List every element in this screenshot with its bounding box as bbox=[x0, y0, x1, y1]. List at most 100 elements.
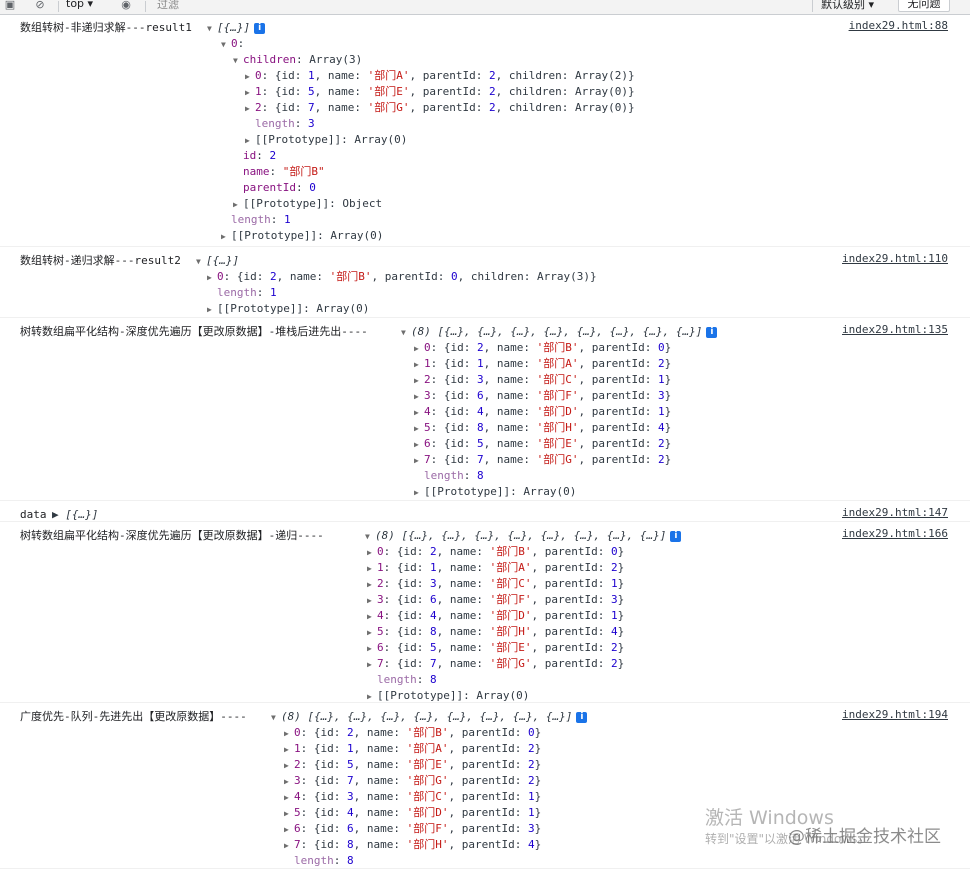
expand-triangle-icon[interactable]: ▶ bbox=[245, 85, 255, 101]
log-level-select[interactable]: 默认级别 ▾ bbox=[812, 0, 899, 12]
expand-triangle-icon[interactable]: ▶ bbox=[367, 609, 377, 625]
source-link[interactable]: index29.html:135 bbox=[842, 322, 948, 338]
tree-row[interactable]: ▶ 7: {id: 7, name: '部门G', parentId: 2} bbox=[414, 452, 671, 468]
tree-row[interactable]: ▶ 0: {id: 2, name: '部门B', parentId: 0} bbox=[414, 340, 671, 356]
expand-triangle-icon[interactable]: ▶ bbox=[284, 806, 294, 822]
expand-triangle-icon[interactable]: ▶ bbox=[284, 790, 294, 806]
tree-row[interactable]: ▶ 4: {id: 3, name: '部门C', parentId: 1} bbox=[284, 789, 541, 805]
expand-triangle-icon[interactable]: ▶ bbox=[367, 545, 377, 561]
source-link-text[interactable]: index29.html:166 bbox=[842, 527, 948, 540]
tree-row[interactable]: ▶ [[Prototype]]: Array(0) bbox=[414, 484, 576, 500]
tree-row[interactable]: ▶ 0: {id: 1, name: '部门A', parentId: 2, ch… bbox=[245, 68, 635, 84]
expand-triangle-icon[interactable]: ▶ bbox=[414, 421, 424, 437]
collapse-triangle-icon[interactable]: ▼ bbox=[221, 37, 231, 53]
tree-row[interactable]: ▶ 4: {id: 4, name: '部门D', parentId: 1} bbox=[367, 608, 624, 624]
expand-triangle-icon[interactable]: ▶ bbox=[367, 577, 377, 593]
tree-row[interactable]: ▶ 3: {id: 6, name: '部门F', parentId: 3} bbox=[367, 592, 624, 608]
source-link-text[interactable]: index29.html:110 bbox=[842, 252, 948, 265]
filter-input[interactable]: 过滤 bbox=[154, 0, 807, 12]
expand-triangle-icon[interactable]: ▶ bbox=[245, 69, 255, 85]
expand-triangle-icon[interactable]: ▶ bbox=[221, 229, 231, 245]
expand-triangle-icon[interactable]: ▶ bbox=[284, 742, 294, 758]
tree-row[interactable]: ▶ 5: {id: 8, name: '部门H', parentId: 4} bbox=[367, 624, 624, 640]
source-link-text[interactable]: index29.html:88 bbox=[849, 19, 948, 32]
source-link-text[interactable]: index29.html:135 bbox=[842, 323, 948, 336]
expand-triangle-icon[interactable]: ▼ bbox=[365, 529, 375, 545]
expand-triangle-icon[interactable]: ▶ bbox=[233, 197, 243, 213]
expand-triangle-icon[interactable]: ▼ bbox=[207, 21, 217, 37]
source-link[interactable]: index29.html:110 bbox=[842, 251, 948, 267]
info-icon[interactable]: i bbox=[670, 530, 682, 542]
sidebar-toggle-icon[interactable]: ▣ bbox=[4, 0, 16, 12]
context-select[interactable]: top ▾ bbox=[66, 0, 93, 11]
tree-row[interactable]: ▶ 7: {id: 7, name: '部门G', parentId: 2} bbox=[367, 656, 624, 672]
expand-triangle-icon[interactable]: ▶ bbox=[367, 657, 377, 673]
tree-row[interactable]: ▼ children: Array(3) bbox=[233, 52, 362, 68]
expand-triangle-icon[interactable]: ▶ bbox=[245, 133, 255, 149]
tree-row[interactable]: ▶ 6: {id: 5, name: '部门E', parentId: 2} bbox=[414, 436, 671, 452]
source-link[interactable]: index29.html:147 bbox=[842, 505, 948, 521]
object-summary[interactable]: ▶ [{…}] bbox=[52, 507, 98, 523]
source-link-text[interactable]: index29.html:194 bbox=[842, 708, 948, 721]
tree-row[interactable]: ▶ [[Prototype]]: Array(0) bbox=[207, 301, 369, 317]
expand-triangle-icon[interactable]: ▶ bbox=[284, 822, 294, 838]
tree-row[interactable]: ▶ 1: {id: 1, name: '部门A', parentId: 2} bbox=[414, 356, 671, 372]
expand-triangle-icon[interactable]: ▶ bbox=[367, 625, 377, 641]
tree-row[interactable]: ▶ 2: {id: 3, name: '部门C', parentId: 1} bbox=[367, 576, 624, 592]
tree-row[interactable]: ▶ 1: {id: 1, name: '部门A', parentId: 2} bbox=[367, 560, 624, 576]
expand-triangle-icon[interactable]: ▶ bbox=[414, 357, 424, 373]
tree-row[interactable]: ▶ 0: {id: 2, name: '部门B', parentId: 0, ch… bbox=[207, 269, 597, 285]
tree-row[interactable]: ▶ 4: {id: 4, name: '部门D', parentId: 1} bbox=[414, 404, 671, 420]
live-expression-eye-icon[interactable]: ◉ bbox=[120, 0, 132, 12]
expand-triangle-icon[interactable]: ▶ bbox=[414, 341, 424, 357]
tree-row[interactable]: ▶ 1: {id: 5, name: '部门E', parentId: 2, ch… bbox=[245, 84, 635, 100]
source-link[interactable]: index29.html:88 bbox=[849, 18, 948, 34]
expand-triangle-icon[interactable]: ▶ bbox=[284, 774, 294, 790]
collapse-triangle-icon[interactable]: ▼ bbox=[233, 53, 243, 69]
expand-triangle-icon[interactable]: ▶ bbox=[414, 453, 424, 469]
tree-row[interactable]: ▶ 0: {id: 2, name: '部门B', parentId: 0} bbox=[284, 725, 541, 741]
tree-row[interactable]: ▶ 1: {id: 1, name: '部门A', parentId: 2} bbox=[284, 741, 541, 757]
expand-triangle-icon[interactable]: ▼ bbox=[401, 325, 411, 341]
expand-triangle-icon[interactable]: ▶ bbox=[414, 389, 424, 405]
object-summary[interactable]: ▼ (8) [{…}, {…}, {…}, {…}, {…}, {…}, {…},… bbox=[401, 324, 718, 341]
tree-row[interactable]: ▶ 7: {id: 8, name: '部门H', parentId: 4} bbox=[284, 837, 541, 853]
expand-triangle-icon[interactable]: ▶ bbox=[367, 593, 377, 609]
object-summary[interactable]: ▼ [{…}] i bbox=[207, 20, 266, 37]
tree-row[interactable]: ▼ 0: bbox=[221, 36, 244, 52]
expand-triangle-icon[interactable]: ▶ bbox=[367, 641, 377, 657]
object-summary[interactable]: ▼ [{…}] bbox=[196, 253, 239, 269]
tree-row[interactable]: ▶ [[Prototype]]: Array(0) bbox=[367, 688, 529, 704]
tree-row[interactable]: ▶ 0: {id: 2, name: '部门B', parentId: 0} bbox=[367, 544, 624, 560]
tree-row[interactable]: ▶ [[Prototype]]: Array(0) bbox=[221, 228, 383, 244]
issues-button[interactable]: 无问题 bbox=[898, 0, 950, 12]
tree-row[interactable]: ▶ [[Prototype]]: Array(0) bbox=[245, 132, 407, 148]
expand-triangle-icon[interactable]: ▶ bbox=[284, 838, 294, 854]
object-summary[interactable]: ▼ (8) [{…}, {…}, {…}, {…}, {…}, {…}, {…},… bbox=[365, 528, 682, 545]
tree-row[interactable]: ▶ 6: {id: 5, name: '部门E', parentId: 2} bbox=[367, 640, 624, 656]
expand-triangle-icon[interactable]: ▶ bbox=[414, 437, 424, 453]
tree-row[interactable]: ▶ 2: {id: 5, name: '部门E', parentId: 2} bbox=[284, 757, 541, 773]
tree-row[interactable]: ▶ 3: {id: 7, name: '部门G', parentId: 2} bbox=[284, 773, 541, 789]
expand-triangle-icon[interactable]: ▶ bbox=[284, 758, 294, 774]
tree-row[interactable]: ▶ 5: {id: 8, name: '部门H', parentId: 4} bbox=[414, 420, 671, 436]
tree-row[interactable]: ▶ 2: {id: 7, name: '部门G', parentId: 2, ch… bbox=[245, 100, 635, 116]
expand-triangle-icon[interactable]: ▶ bbox=[367, 561, 377, 577]
expand-triangle-icon[interactable]: ▶ bbox=[414, 485, 424, 501]
expand-triangle-icon[interactable]: ▼ bbox=[196, 254, 206, 270]
info-icon[interactable]: i bbox=[254, 22, 266, 34]
tree-row[interactable]: ▶ 2: {id: 3, name: '部门C', parentId: 1} bbox=[414, 372, 671, 388]
source-link[interactable]: index29.html:166 bbox=[842, 526, 948, 542]
clear-console-icon[interactable]: ⊘ bbox=[34, 0, 46, 12]
info-icon[interactable]: i bbox=[576, 711, 588, 723]
expand-triangle-icon[interactable]: ▶ bbox=[207, 270, 217, 286]
tree-row[interactable]: ▶ 5: {id: 4, name: '部门D', parentId: 1} bbox=[284, 805, 541, 821]
object-summary[interactable]: ▼ (8) [{…}, {…}, {…}, {…}, {…}, {…}, {…},… bbox=[271, 709, 588, 726]
expand-triangle-icon[interactable]: ▶ bbox=[245, 101, 255, 117]
source-link[interactable]: index29.html:194 bbox=[842, 707, 948, 723]
tree-row[interactable]: ▶ 6: {id: 6, name: '部门F', parentId: 3} bbox=[284, 821, 541, 837]
expand-triangle-icon[interactable]: ▶ bbox=[414, 405, 424, 421]
info-icon[interactable]: i bbox=[706, 326, 718, 338]
expand-triangle-icon[interactable]: ▼ bbox=[271, 710, 281, 726]
source-link-text[interactable]: index29.html:147 bbox=[842, 506, 948, 519]
